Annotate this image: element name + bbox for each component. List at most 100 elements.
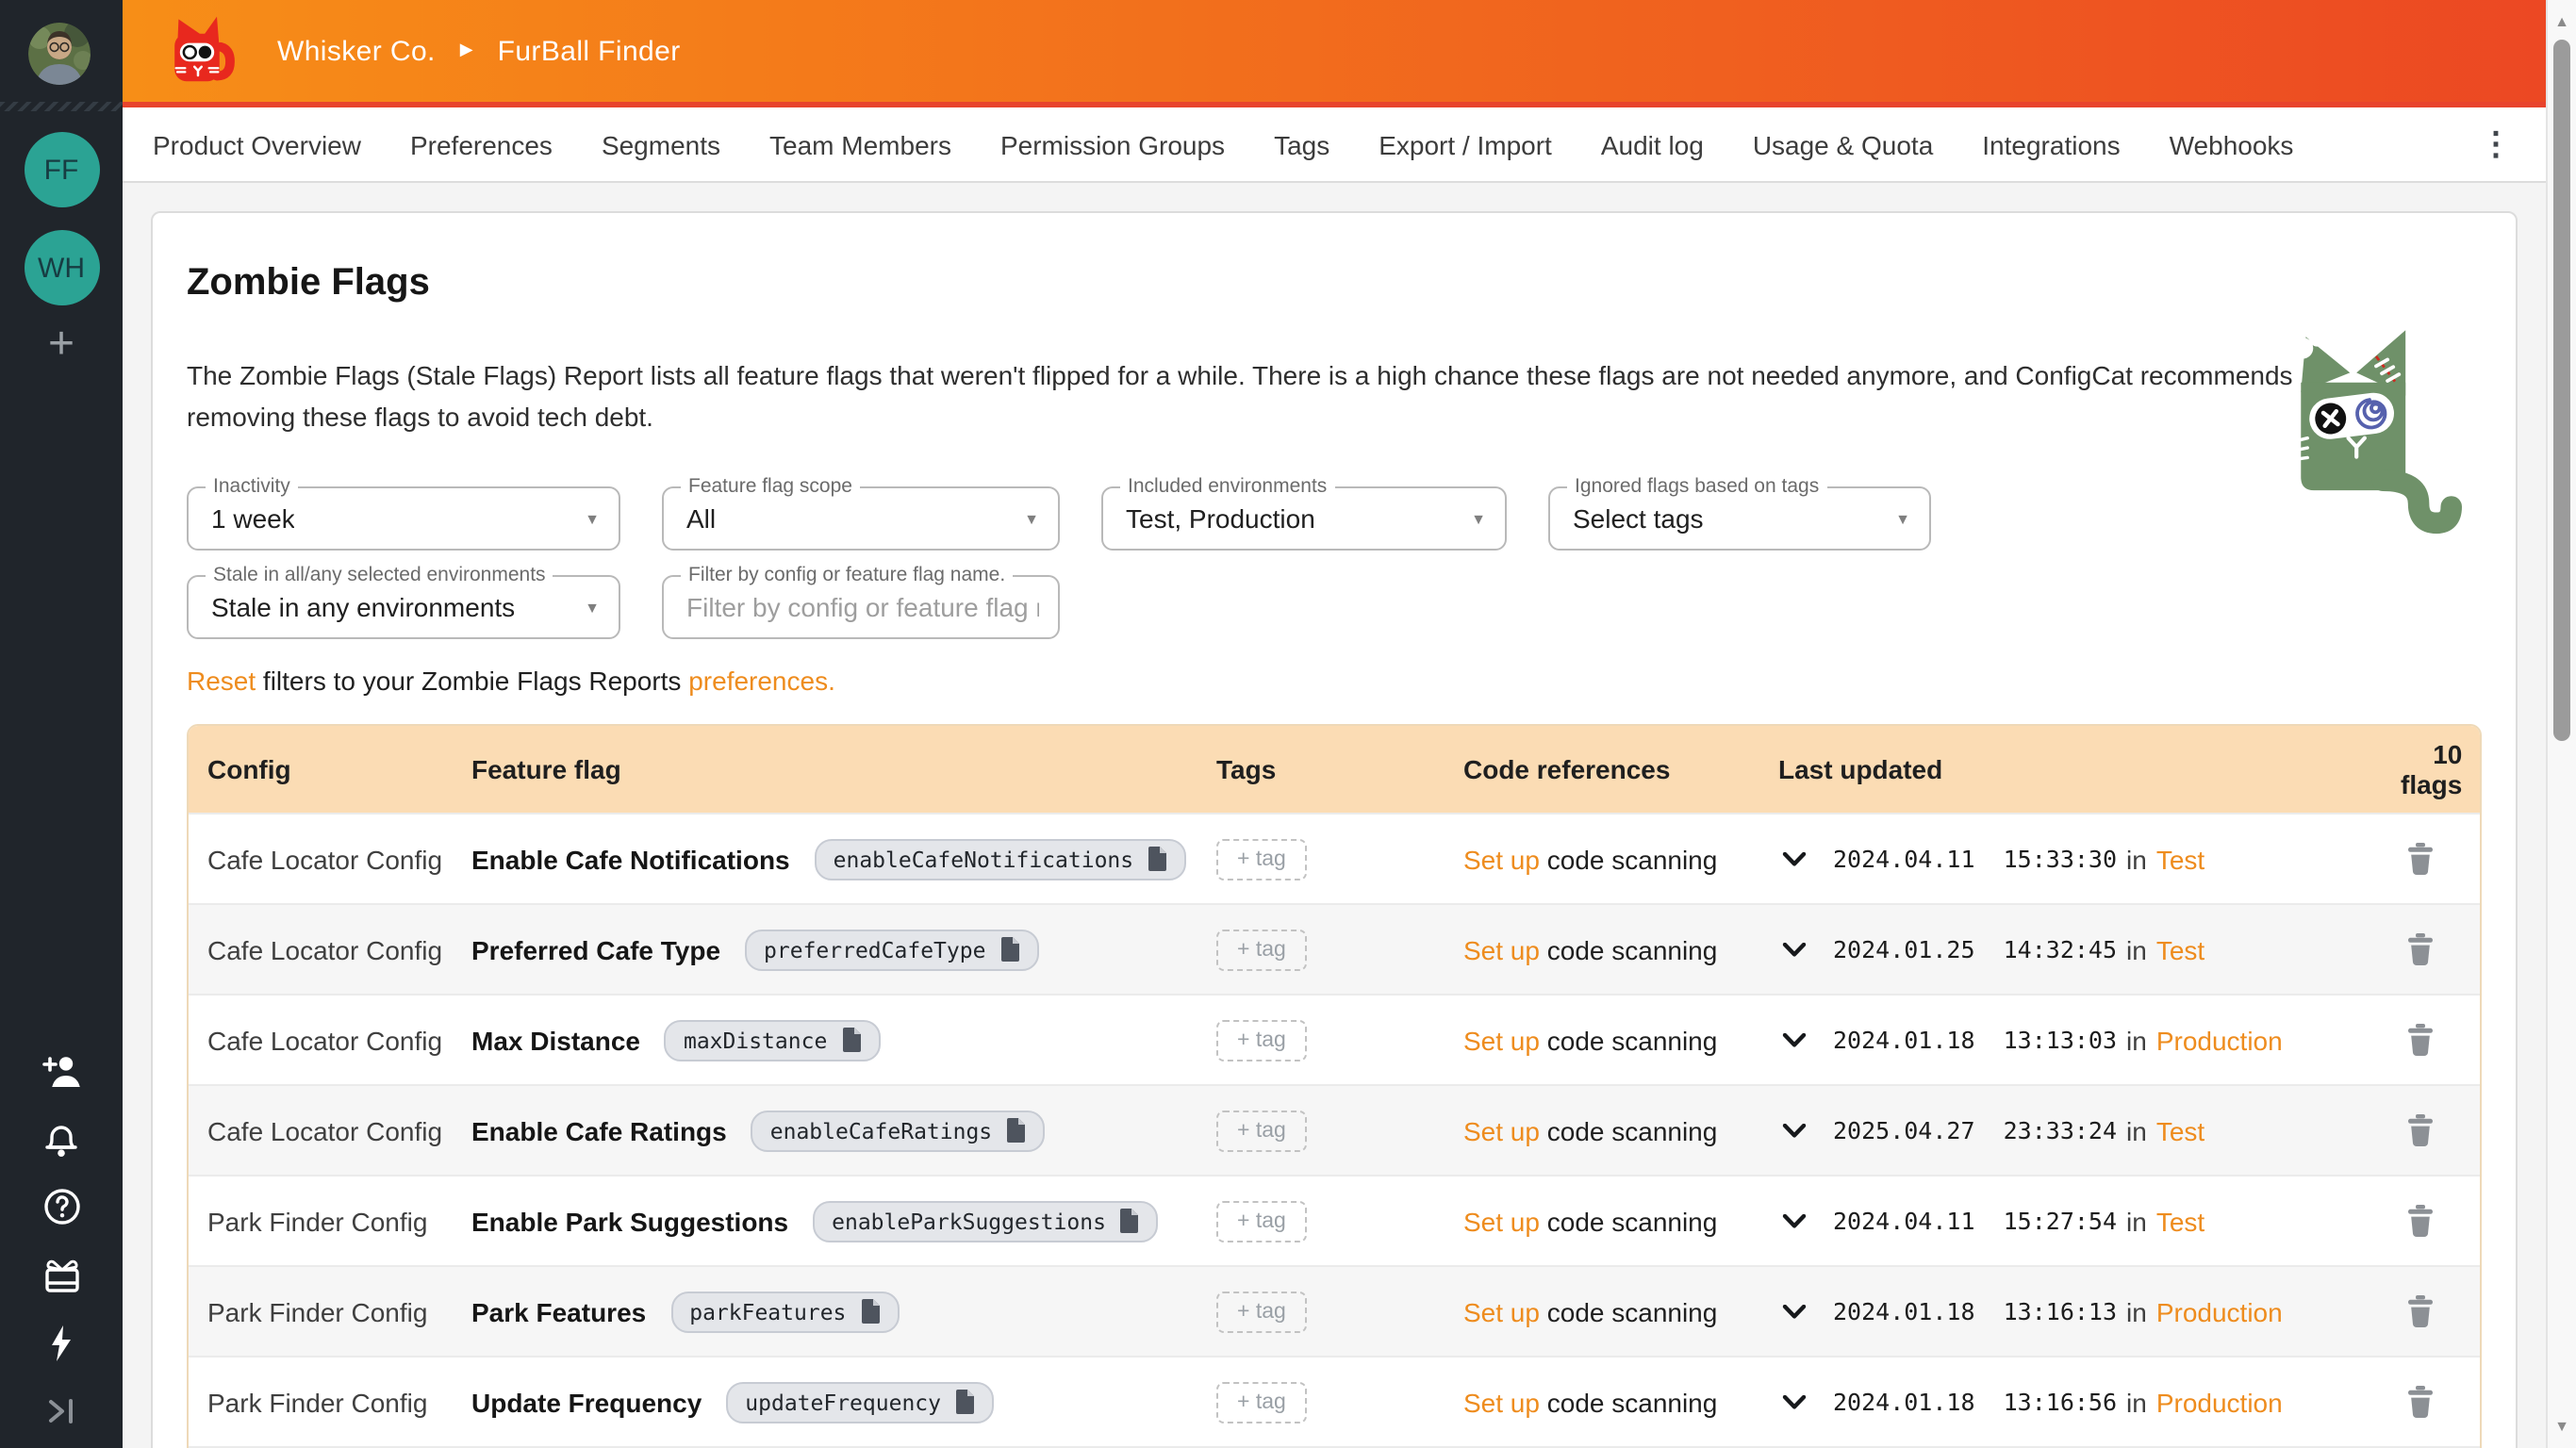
setup-code-scanning-link[interactable]: Set up: [1463, 1296, 1540, 1326]
scrollbar[interactable]: ▲ ▼: [2546, 0, 2576, 1448]
preferences-link[interactable]: preferences: [688, 666, 828, 696]
table-row: Park Finder Config Update Frequency upda…: [189, 1356, 2480, 1446]
nav-tab[interactable]: Team Members: [769, 129, 951, 159]
flag-key-chip[interactable]: maxDistance: [665, 1019, 880, 1061]
expand-row-chevron-icon[interactable]: [1782, 1394, 1807, 1409]
nav-tab[interactable]: Integrations: [1982, 129, 2120, 159]
delete-flag-trash-icon[interactable]: [2406, 1114, 2435, 1146]
scrollbar-thumb[interactable]: [2553, 40, 2570, 741]
overflow-menu-icon[interactable]: ⋮: [2469, 124, 2523, 164]
add-tag-button[interactable]: + tag: [1216, 1019, 1307, 1061]
environment-link[interactable]: Test: [2156, 1115, 2204, 1145]
expand-row-chevron-icon[interactable]: [1782, 1304, 1807, 1319]
last-updated-timestamp: 2024.01.18 13:13:03: [1833, 1026, 2117, 1054]
setup-code-scanning-link[interactable]: Set up: [1463, 1387, 1540, 1417]
header-last-updated: Last updated: [1778, 754, 2401, 784]
add-tag-button[interactable]: + tag: [1216, 838, 1307, 880]
nav-tab[interactable]: Export / Import: [1379, 129, 1552, 159]
flag-key: maxDistance: [684, 1027, 827, 1053]
in-word: in: [2126, 1296, 2147, 1326]
notifications-bell-icon[interactable]: [37, 1114, 86, 1163]
workspace-button[interactable]: FF: [24, 132, 99, 207]
scroll-down-arrow[interactable]: ▼: [2548, 1418, 2576, 1435]
stale-mode-select[interactable]: Stale in all/any selected environments S…: [187, 575, 620, 639]
setup-code-scanning-link[interactable]: Set up: [1463, 1025, 1540, 1055]
flag-key-chip[interactable]: enableCafeRatings: [751, 1110, 1045, 1151]
expand-row-chevron-icon[interactable]: [1782, 942, 1807, 957]
delete-flag-trash-icon[interactable]: [2406, 843, 2435, 875]
invite-user-icon[interactable]: [37, 1046, 86, 1095]
flag-key: enableCafeNotifications: [834, 846, 1134, 872]
reset-filters-link[interactable]: Reset: [187, 666, 256, 696]
environment-link[interactable]: Production: [2156, 1296, 2283, 1326]
copy-icon[interactable]: [840, 1028, 861, 1052]
nav-tab[interactable]: Usage & Quota: [1753, 129, 1933, 159]
add-tag-button[interactable]: + tag: [1216, 1110, 1307, 1151]
nav-tab[interactable]: Permission Groups: [1000, 129, 1225, 159]
expand-row-chevron-icon[interactable]: [1782, 1123, 1807, 1138]
product-nav: Product Overview Preferences Segments Te…: [123, 107, 2546, 183]
help-icon[interactable]: [37, 1182, 86, 1231]
setup-code-scanning-link[interactable]: Set up: [1463, 934, 1540, 964]
feature-flag-name: Update Frequency: [471, 1387, 702, 1417]
add-tag-button[interactable]: + tag: [1216, 929, 1307, 970]
in-word: in: [2126, 844, 2147, 874]
copy-icon[interactable]: [1005, 1118, 1026, 1143]
copy-icon[interactable]: [954, 1390, 975, 1414]
copy-icon[interactable]: [1119, 1209, 1140, 1233]
environment-link[interactable]: Test: [2156, 1206, 2204, 1236]
expand-row-chevron-icon[interactable]: [1782, 851, 1807, 866]
workspace-button[interactable]: WH: [24, 230, 99, 305]
expand-row-chevron-icon[interactable]: [1782, 1213, 1807, 1228]
configcat-logo-icon[interactable]: [164, 15, 243, 87]
expand-sidebar-icon[interactable]: [37, 1386, 86, 1435]
environment-link[interactable]: Production: [2156, 1025, 2283, 1055]
add-tag-button[interactable]: + tag: [1216, 1381, 1307, 1423]
environment-link[interactable]: Test: [2156, 934, 2204, 964]
setup-code-scanning-link[interactable]: Set up: [1463, 1206, 1540, 1236]
feature-flag-name: Preferred Cafe Type: [471, 934, 720, 964]
header-config: Config: [207, 754, 471, 784]
nav-tab[interactable]: Product Overview: [153, 129, 361, 159]
flag-key-chip[interactable]: updateFrequency: [726, 1381, 994, 1423]
nav-tab[interactable]: Preferences: [410, 129, 553, 159]
flag-key-chip[interactable]: enableParkSuggestions: [813, 1200, 1159, 1242]
add-workspace-button[interactable]: +: [0, 317, 123, 373]
flag-scope-select[interactable]: Feature flag scope All ▼: [662, 486, 1060, 551]
delete-flag-trash-icon[interactable]: [2406, 1205, 2435, 1237]
delete-flag-trash-icon[interactable]: [2406, 933, 2435, 965]
nav-tab[interactable]: Tags: [1274, 129, 1329, 159]
delete-flag-trash-icon[interactable]: [2406, 1386, 2435, 1418]
nav-tab[interactable]: Segments: [602, 129, 720, 159]
setup-code-scanning-link[interactable]: Set up: [1463, 844, 1540, 874]
expand-row-chevron-icon[interactable]: [1782, 1032, 1807, 1047]
breadcrumb-product[interactable]: FurBall Finder: [498, 35, 681, 67]
breadcrumb-org[interactable]: Whisker Co.: [277, 35, 436, 67]
header-tags: Tags: [1216, 754, 1463, 784]
setup-code-scanning-link[interactable]: Set up: [1463, 1115, 1540, 1145]
lightning-icon[interactable]: [37, 1318, 86, 1367]
add-tag-button[interactable]: + tag: [1216, 1291, 1307, 1332]
environment-link[interactable]: Production: [2156, 1387, 2283, 1417]
environments-select[interactable]: Included environments Test, Production ▼: [1101, 486, 1507, 551]
inactivity-value: 1 week: [211, 503, 295, 534]
copy-icon[interactable]: [859, 1299, 880, 1324]
scroll-up-arrow[interactable]: ▲: [2548, 13, 2576, 30]
inactivity-select[interactable]: Inactivity 1 week ▼: [187, 486, 620, 551]
flag-key-chip[interactable]: preferredCafeType: [745, 929, 1038, 970]
user-avatar[interactable]: [28, 23, 91, 85]
copy-icon[interactable]: [1147, 847, 1167, 871]
environment-link[interactable]: Test: [2156, 844, 2204, 874]
ignored-tags-select[interactable]: Ignored flags based on tags Select tags …: [1548, 486, 1931, 551]
add-tag-button[interactable]: + tag: [1216, 1200, 1307, 1242]
whats-new-gift-icon[interactable]: [37, 1250, 86, 1299]
name-filter-input[interactable]: [686, 592, 1039, 622]
nav-tab[interactable]: Webhooks: [2170, 129, 2294, 159]
flag-key-chip[interactable]: parkFeatures: [670, 1291, 899, 1332]
nav-tab[interactable]: Audit log: [1601, 129, 1704, 159]
copy-icon[interactable]: [999, 937, 1019, 962]
delete-flag-trash-icon[interactable]: [2406, 1024, 2435, 1056]
delete-flag-trash-icon[interactable]: [2406, 1295, 2435, 1327]
page-title: Zombie Flags: [187, 262, 2482, 305]
flag-key-chip[interactable]: enableCafeNotifications: [815, 838, 1187, 880]
